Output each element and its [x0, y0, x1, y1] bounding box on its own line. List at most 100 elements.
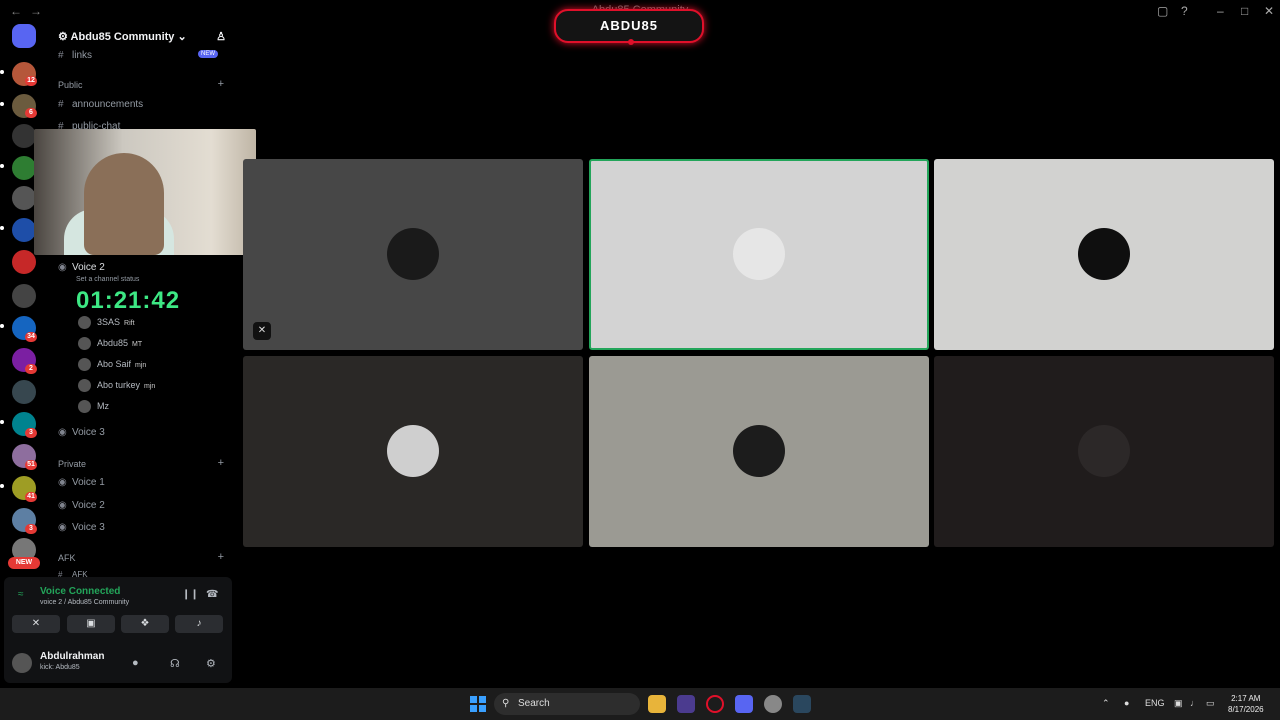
server-icon[interactable]: [12, 284, 36, 308]
participant-tile[interactable]: [934, 159, 1274, 350]
taskbar-search[interactable]: ⚲ Search: [494, 693, 640, 715]
server-icon[interactable]: [12, 156, 36, 180]
windows-start-icon[interactable]: [470, 696, 486, 712]
unread-badge: 41: [25, 492, 37, 502]
unread-badge: 3: [25, 428, 37, 438]
voice-user[interactable]: 3SAS Rift: [78, 316, 135, 329]
tray-chevron-icon[interactable]: ⌃: [1102, 698, 1110, 709]
add-channel-icon[interactable]: +: [218, 78, 224, 90]
speaker-icon: ◉: [58, 427, 67, 438]
unread-badge: 12: [25, 76, 37, 86]
channel-private-voice-1[interactable]: ◉ Voice 1: [58, 477, 105, 488]
banner-pin: [628, 39, 634, 45]
help-icon[interactable]: ?: [1181, 4, 1188, 18]
server-icon[interactable]: [12, 250, 36, 274]
add-channel-icon[interactable]: +: [218, 457, 224, 469]
video-toggle-button[interactable]: ✕: [12, 615, 60, 633]
unread-badge: 6: [25, 108, 37, 118]
add-channel-icon[interactable]: +: [218, 551, 224, 563]
voice-user[interactable]: Abo Saif mjn: [78, 358, 146, 371]
soundboard-button[interactable]: ♪: [175, 615, 223, 633]
webcam-person-head: [84, 153, 164, 255]
voice-user[interactable]: Abo turkey mjn: [78, 379, 155, 392]
close-icon[interactable]: ✕: [1264, 4, 1274, 18]
speaker-icon: ◉: [58, 477, 67, 488]
participant-tile-speaking[interactable]: [589, 159, 929, 350]
avatar[interactable]: [12, 653, 32, 673]
channel-private-voice-2[interactable]: ◉ Voice 2: [58, 500, 105, 511]
participant-avatar: [733, 228, 785, 280]
server-settings-icon: ⚙: [58, 31, 68, 43]
server-icon[interactable]: [12, 380, 36, 404]
settings-icon[interactable]: ⚙: [206, 657, 216, 670]
category-public[interactable]: Public: [58, 80, 83, 90]
app-icon[interactable]: [677, 695, 695, 713]
screen-share-button[interactable]: ▣: [67, 615, 115, 633]
channel-voice-2[interactable]: ◉ Voice 2: [58, 262, 105, 273]
signal-icon[interactable]: ≈: [18, 589, 24, 600]
discord-home-icon[interactable]: [12, 24, 36, 48]
stream-name-banner: ABDU85: [554, 9, 704, 45]
speaker-icon: ◉: [58, 522, 67, 533]
voice-status: Voice Connected: [40, 586, 121, 597]
participant-avatar: [1078, 228, 1130, 280]
channel-announcements[interactable]: # announcements: [58, 99, 143, 110]
channel-status[interactable]: Set a channel status: [76, 276, 139, 283]
network-icon[interactable]: ▣: [1174, 698, 1183, 709]
chrome-icon[interactable]: [764, 695, 782, 713]
unread-badge: 34: [25, 332, 37, 342]
server-icon[interactable]: [12, 218, 36, 242]
voice-user[interactable]: Mz: [78, 400, 109, 413]
new-badge: NEW: [8, 557, 40, 569]
channel-private-voice-3[interactable]: ◉ Voice 3: [58, 522, 105, 533]
opera-icon[interactable]: [706, 695, 724, 713]
windows-taskbar: ⚲ Search ⌃ ● ENG ▣ ♩ ▭ 2:17 AM 8/17/2026: [0, 688, 1280, 720]
noise-suppression-icon[interactable]: ❙❙: [182, 589, 199, 600]
steam-icon[interactable]: [793, 695, 811, 713]
inbox-icon[interactable]: ▢: [1157, 4, 1168, 18]
channel-links[interactable]: # links NEW: [58, 50, 218, 61]
participant-avatar: [387, 228, 439, 280]
participant-tile[interactable]: ✕: [243, 159, 583, 350]
server-name: Abdu85 Community: [70, 31, 175, 43]
minimize-icon[interactable]: –: [1217, 4, 1224, 18]
hash-icon: #: [58, 99, 64, 110]
unread-dot: [0, 484, 4, 488]
voice-channel-info[interactable]: voice 2 / Abdu85 Community: [40, 599, 129, 606]
volume-icon[interactable]: ♩: [1190, 698, 1199, 708]
channel-voice-3[interactable]: ◉ Voice 3: [58, 427, 105, 438]
server-icon[interactable]: [12, 124, 36, 148]
unread-badge: 2: [25, 364, 37, 374]
disconnect-icon[interactable]: ☎: [206, 589, 218, 600]
taskbar-clock[interactable]: 2:17 AM 8/17/2026: [1228, 693, 1264, 715]
participant-avatar: [733, 425, 785, 477]
input-language[interactable]: ENG: [1145, 698, 1165, 708]
clock-time: 2:17 AM: [1231, 694, 1261, 703]
microphone-icon[interactable]: ●: [132, 657, 139, 669]
tray-mic-icon[interactable]: ●: [1124, 698, 1129, 708]
participant-tile[interactable]: [934, 356, 1274, 547]
unread-badge: 51: [25, 460, 37, 470]
participant-tile[interactable]: [589, 356, 929, 547]
unread-badge: 3: [25, 524, 37, 534]
discord-taskbar-icon[interactable]: [735, 695, 753, 713]
search-icon: ⚲: [502, 698, 510, 709]
participant-avatar: [387, 425, 439, 477]
invite-icon[interactable]: ♙: [216, 30, 226, 43]
unread-dot: [0, 420, 4, 424]
avatar: [78, 400, 91, 413]
category-private[interactable]: Private: [58, 459, 86, 469]
unread-dot: [0, 102, 4, 106]
maximize-icon[interactable]: □: [1241, 4, 1248, 18]
headphones-icon[interactable]: ☊: [170, 657, 180, 670]
voice-connection-panel: ≈ Voice Connected voice 2 / Abdu85 Commu…: [4, 577, 232, 683]
file-explorer-icon[interactable]: [648, 695, 666, 713]
category-afk[interactable]: AFK: [58, 553, 76, 563]
unread-dot: [0, 70, 4, 74]
unread-dot: [0, 164, 4, 168]
participant-tile[interactable]: [243, 356, 583, 547]
activities-button[interactable]: ❖: [121, 615, 169, 633]
server-icon[interactable]: [12, 186, 36, 210]
battery-icon[interactable]: ▭: [1206, 698, 1215, 709]
voice-user[interactable]: Abdu85 MT: [78, 337, 142, 350]
